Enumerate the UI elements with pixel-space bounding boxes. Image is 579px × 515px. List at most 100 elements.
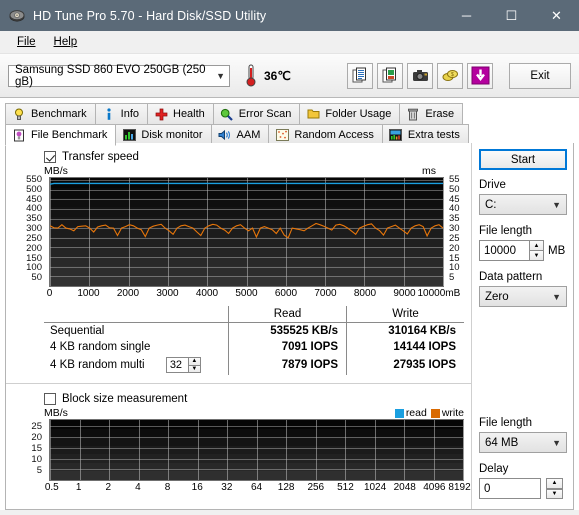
delay-input[interactable]: 0 [479,478,541,499]
block-size-chart: MB/s read write 5 10 15 20 25 0.5 1 2 4 8 16 32 64 1… [31,407,471,494]
chart2-ytick: 5 [36,464,42,476]
tab-folder-usage[interactable]: Folder Usage [299,103,401,124]
tab-random-access[interactable]: Random Access [268,124,383,145]
menu-help[interactable]: Help [45,34,87,50]
right-panel-spacer [479,317,566,417]
queue-depth-value[interactable]: 32 [165,357,188,373]
file-length-field-label: File length [479,225,533,237]
exit-button-label: Exit [530,69,550,82]
drive-combobox[interactable]: C: ▼ [479,194,567,215]
chart2-xtick: 1024 [363,482,387,493]
drive-field-label: Drive [479,179,506,191]
file-length-input[interactable]: 10000 [479,240,529,261]
close-button[interactable]: ✕ [534,0,579,31]
legend-write-swatch [430,408,440,418]
results-header-write: Write [346,306,464,323]
download-icon[interactable] [467,62,493,89]
minimize-button[interactable]: ─ [444,0,489,31]
window-controls: ─ ☐ ✕ [444,0,579,31]
queue-depth-increment[interactable]: ▲ [187,357,201,365]
file-benchmark-panel: Transfer speed MB/s ms 50 100 150 200 250 300… [5,143,574,510]
info-icon [102,107,116,121]
coins-icon[interactable]: $ [437,62,463,89]
chart2-xtick: 1 [75,482,82,493]
random-single-read-value: 7091 IOPS [228,339,347,355]
block-file-length-value: 64 MB [485,436,519,449]
data-pattern-combobox[interactable]: Zero ▼ [479,286,567,307]
chart1-ytick: 300 [26,223,42,235]
tab-health[interactable]: Health [147,103,214,124]
copy-image-icon[interactable] [377,62,403,89]
queue-depth-stepper[interactable]: 32 ▲ ▼ [165,357,201,373]
file-length-decrement[interactable]: ▼ [529,250,544,261]
random-access-icon [275,128,289,142]
results-header-row: Read Write [44,306,464,323]
chart2-xtick: 256 [307,482,325,493]
transfer-speed-checkbox-row[interactable]: Transfer speed [44,151,472,163]
copy-text-icon[interactable] [347,62,373,89]
delay-field-label: Delay [479,463,509,475]
chart1-y2tick: 40 [449,203,460,215]
menu-file[interactable]: File [8,34,45,50]
drive-select[interactable]: Samsung SSD 860 EVO 250GB (250 gB) ▼ [8,64,230,88]
temperature-value: 36℃ [264,68,291,83]
chart1-xtick: 10000mB [417,288,461,299]
tab-file-benchmark[interactable]: File Benchmark [5,124,117,146]
exit-button[interactable]: Exit [509,62,571,89]
chart1-ytick: 450 [26,193,42,205]
random-multi-label: 4 KB random multi [50,359,145,372]
chart2-xtick: 16 [191,482,203,493]
chart2-ylabel: MB/s [44,407,68,419]
chart2-xtick: 2 [105,482,112,493]
file-length-stepper[interactable]: 10000 ▲ ▼ MB [479,240,566,261]
chart1-y2tick: 50 [449,183,460,195]
chart2-xtick: 8 [164,482,171,493]
chart1-ytick: 350 [26,213,42,225]
delay-increment[interactable]: ▲ [546,478,563,489]
chart1-xtick: 6000 [274,288,298,299]
toolbar-icon-group: $ Exit [343,62,571,89]
chart2-xtick: 8192 [448,482,471,493]
tab-info[interactable]: Info [94,103,148,124]
tab-aam[interactable]: AAM [210,124,270,145]
tab-disk-monitor[interactable]: Disk monitor [115,124,212,145]
file-length-spin-buttons[interactable]: ▲ ▼ [529,240,544,261]
start-button-label: Start [510,153,536,166]
tab-error-scan[interactable]: Error Scan [212,103,301,124]
chevron-down-icon: ▼ [552,199,561,210]
delay-spin-buttons[interactable]: ▲ ▼ [546,478,563,499]
chart2-x-axis-labels: 0.5 1 2 4 8 16 32 64 128 256 512 1024 2048 4096 8192 [45,481,471,494]
file-length-increment[interactable]: ▲ [529,240,544,250]
chart1-y-axis-labels: 50 100 150 200 250 300 350 400 450 500 550 [20,175,42,287]
drive-combobox-value: C: [485,198,497,211]
block-file-length-label: File length [479,417,533,429]
chart1-plot-area [49,177,444,287]
block-size-checkbox-row[interactable]: Block size measurement [44,393,472,405]
block-size-checkbox[interactable] [44,393,56,405]
queue-depth-spin-buttons[interactable]: ▲ ▼ [187,357,201,373]
chart1-ytick: 250 [26,232,42,244]
trash-icon [406,107,420,121]
tab-benchmark[interactable]: Benchmark [5,103,96,124]
tab-erase[interactable]: Erase [399,103,464,124]
chart1-xtick: 5000 [235,288,258,299]
maximize-button[interactable]: ☐ [489,0,534,31]
delay-decrement[interactable]: ▼ [546,488,563,499]
chart2-xtick: 512 [337,482,354,493]
chart1-xtick: 3000 [156,288,179,299]
menu-bar: File Help [0,31,579,54]
legend-read-swatch [394,408,404,418]
extra-tests-icon [389,128,403,142]
results-table-head: Read Write [44,306,464,323]
tab-info-label: Info [120,108,139,120]
legend-write-label: write [441,407,464,419]
queue-depth-decrement[interactable]: ▼ [187,364,201,373]
tab-extra-tests[interactable]: Extra tests [381,124,469,145]
camera-icon[interactable] [407,62,433,89]
delay-stepper[interactable]: 0 ▲ ▼ [479,478,566,499]
transfer-speed-checkbox[interactable] [44,151,56,163]
block-file-length-combobox[interactable]: 64 MB ▼ [479,432,567,453]
chart1-y2tick: 15 [449,252,460,264]
results-table: Read Write Sequential 535525 KB/s 310164… [44,306,464,375]
start-button[interactable]: Start [479,149,567,170]
